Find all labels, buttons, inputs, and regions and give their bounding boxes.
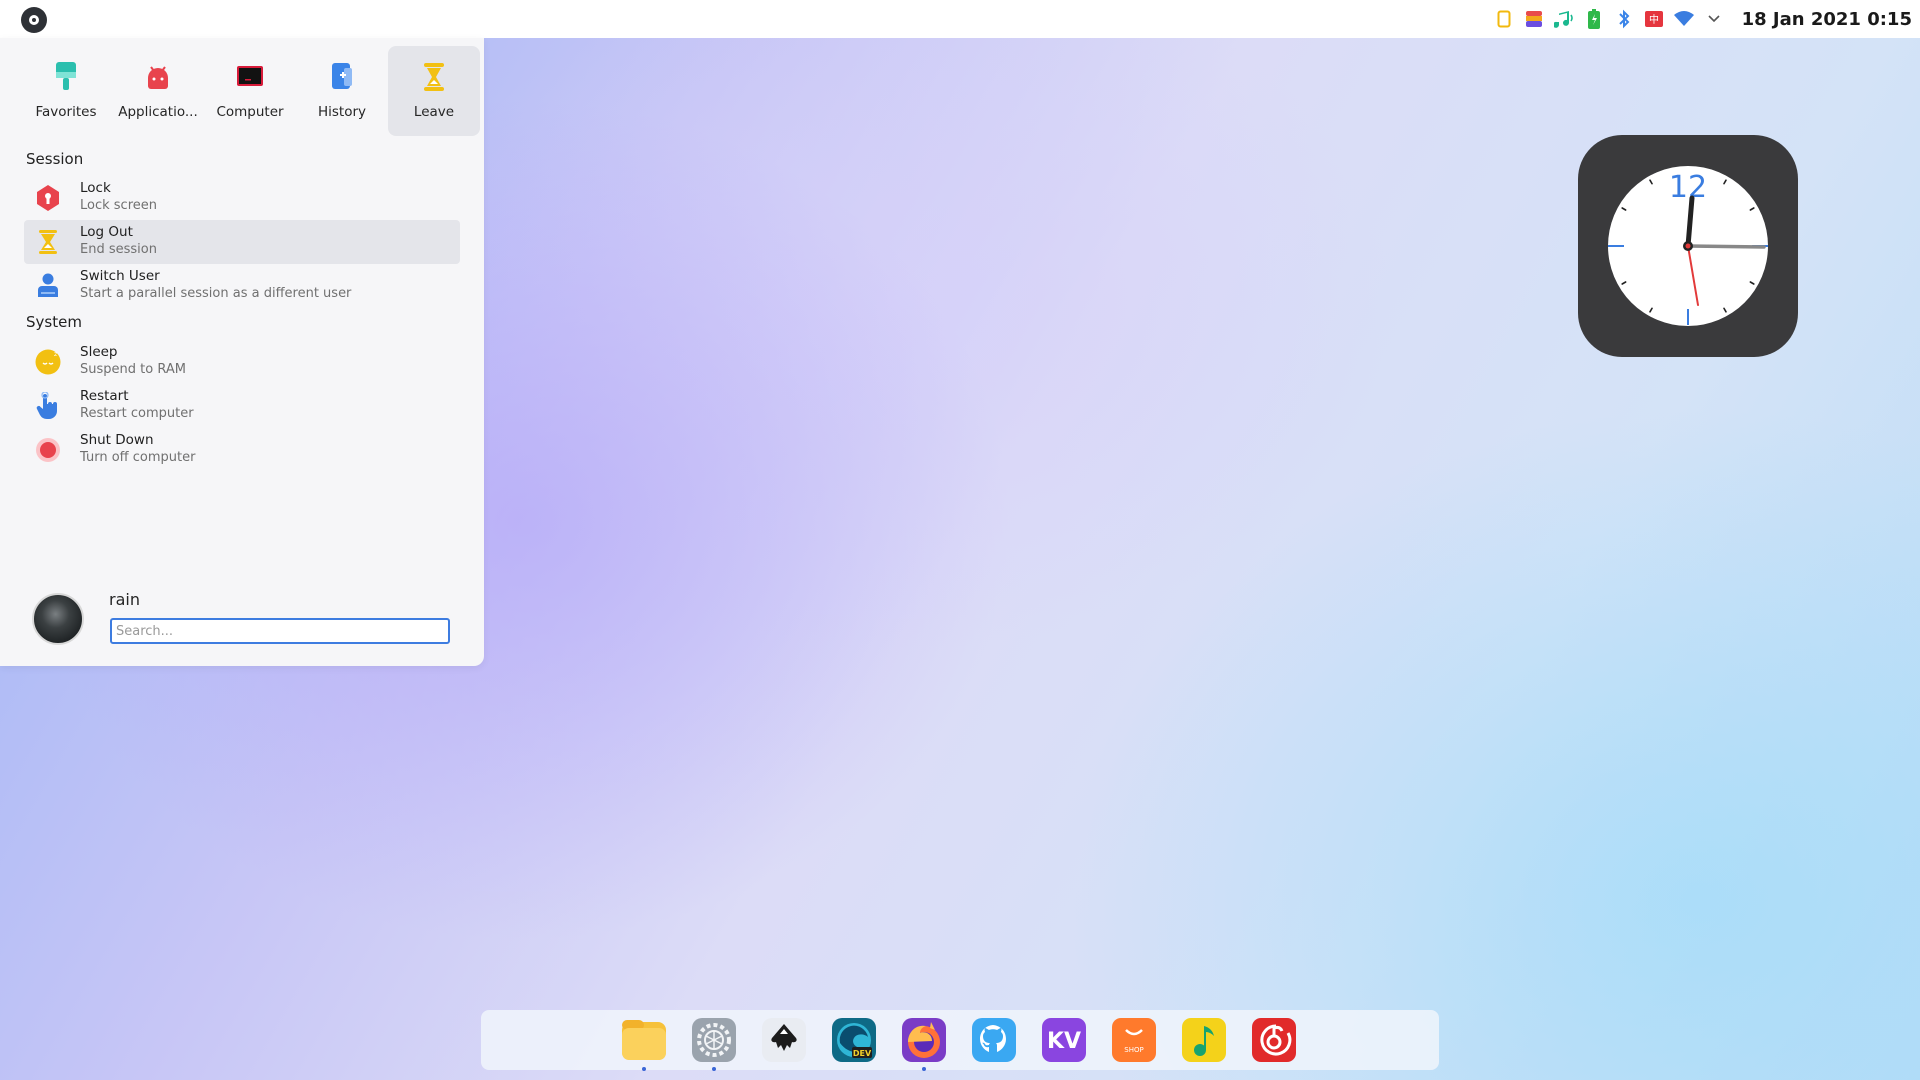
tab-computer[interactable]: Computer (204, 46, 296, 136)
menu-item-subtitle: Lock screen (80, 198, 157, 213)
menu-item-subtitle: End session (80, 242, 157, 257)
tab-history[interactable]: History (296, 46, 388, 136)
tab-label: Leave (413, 104, 455, 120)
android-icon (143, 62, 173, 92)
clipboard-icon[interactable] (1494, 9, 1514, 29)
power-dot-icon (35, 437, 61, 463)
input-method-icon[interactable]: 中 (1644, 9, 1664, 29)
running-indicator (922, 1067, 926, 1071)
tab-applications[interactable]: Applicatio... (112, 46, 204, 136)
tab-label: Computer (216, 104, 284, 120)
svg-text:z: z (54, 351, 57, 358)
menu-item-subtitle: Start a parallel session as a different … (80, 286, 352, 301)
running-indicator (712, 1067, 716, 1071)
tab-leave[interactable]: Leave (388, 46, 480, 136)
netease-music-icon (1260, 1024, 1292, 1056)
dock-app-github[interactable] (972, 1018, 1016, 1062)
document-icon (327, 62, 357, 92)
dock-app-firefox[interactable] (902, 1018, 946, 1062)
chevron-down-icon[interactable] (1704, 9, 1724, 29)
svg-text:DEV: DEV (853, 1049, 872, 1058)
menu-item-shutdown[interactable]: Shut Down Turn off computer (24, 428, 460, 472)
battery-icon[interactable] (1584, 9, 1604, 29)
user-name: rain (109, 590, 140, 609)
menu-item-restart[interactable]: Restart Restart computer (24, 384, 460, 428)
tab-label: Favorites (35, 104, 97, 120)
edge-dev-icon: DEV (832, 1018, 876, 1062)
music-note-icon (1194, 1026, 1214, 1056)
menu-item-subtitle: Suspend to RAM (80, 362, 186, 377)
sleep-icon: z (35, 349, 61, 375)
panel-datetime[interactable]: 18 Jan 2021 0:15 (1742, 9, 1912, 30)
clock-numeral: 12 (1669, 170, 1707, 205)
menu-item-subtitle: Restart computer (80, 406, 194, 421)
minute-hand (1686, 244, 1766, 249)
menu-item-switch-user[interactable]: Switch User Start a parallel session as … (24, 264, 460, 308)
menu-item-sleep[interactable]: z Sleep Suspend to RAM (24, 340, 460, 384)
menu-item-subtitle: Turn off computer (80, 450, 196, 465)
bluetooth-icon[interactable] (1614, 9, 1634, 29)
shop-bag-icon: SHOP (1124, 1029, 1144, 1054)
bookmark-icon (51, 62, 81, 92)
tab-label: Applicatio... (118, 104, 198, 120)
firefox-icon (902, 1018, 946, 1062)
dock-app-edge-dev[interactable]: DEV (832, 1018, 876, 1062)
dock-app-settings[interactable] (692, 1018, 736, 1062)
monitor-icon (235, 62, 265, 92)
dock: DEV KV SHOP (481, 1010, 1439, 1071)
menu-item-title: Switch User (80, 268, 160, 284)
hourglass-icon (419, 62, 449, 92)
category-tabs: Favorites Applicatio... Computer History… (20, 46, 480, 136)
system-tray: 中 18 Jan 2021 0:15 (1494, 0, 1920, 38)
hand-pointer-icon (35, 392, 61, 420)
top-panel: 中 18 Jan 2021 0:15 (0, 0, 1920, 38)
svg-text:KV: KV (1047, 1029, 1081, 1054)
app-grid-icon[interactable] (1524, 9, 1544, 29)
analog-clock-face: 12 (1608, 166, 1768, 326)
launcher-icon[interactable] (21, 7, 47, 33)
music-note-icon[interactable] (1553, 9, 1574, 29)
clock-widget[interactable]: 12 (1578, 135, 1798, 357)
github-icon (972, 1018, 1016, 1062)
kv-icon: KV (1047, 1029, 1081, 1054)
folder-icon (622, 1020, 666, 1060)
hourglass-icon (35, 229, 61, 255)
search-input[interactable] (110, 618, 450, 644)
avatar[interactable] (32, 593, 84, 645)
start-menu: Favorites Applicatio... Computer History… (0, 38, 484, 666)
running-indicator (642, 1067, 646, 1071)
user-icon (35, 273, 61, 299)
section-title-system: System (26, 313, 82, 331)
menu-item-title: Restart (80, 388, 129, 404)
menu-item-logout[interactable]: Log Out End session (24, 220, 460, 264)
tab-label: History (317, 104, 367, 120)
dock-app-netease-music[interactable] (1252, 1018, 1296, 1062)
menu-item-lock[interactable]: Lock Lock screen (24, 176, 460, 220)
menu-item-title: Sleep (80, 344, 118, 360)
section-title-session: Session (26, 150, 84, 168)
menu-item-title: Shut Down (80, 432, 154, 448)
lock-icon (35, 185, 61, 211)
wifi-icon[interactable] (1673, 9, 1694, 29)
svg-text:SHOP: SHOP (1124, 1046, 1143, 1054)
menu-item-title: Lock (80, 180, 111, 196)
settings-gear-icon (692, 1018, 736, 1062)
dock-app-kv[interactable]: KV (1042, 1018, 1086, 1062)
menu-item-title: Log Out (80, 224, 133, 240)
dock-app-file-manager[interactable] (622, 1018, 666, 1062)
dock-app-inkscape[interactable] (762, 1018, 806, 1062)
dock-app-app-store[interactable]: SHOP (1112, 1018, 1156, 1062)
inkscape-icon (762, 1018, 806, 1062)
tab-favorites[interactable]: Favorites (20, 46, 112, 136)
svg-text:中: 中 (1649, 13, 1659, 26)
dock-app-music-player[interactable] (1182, 1018, 1226, 1062)
